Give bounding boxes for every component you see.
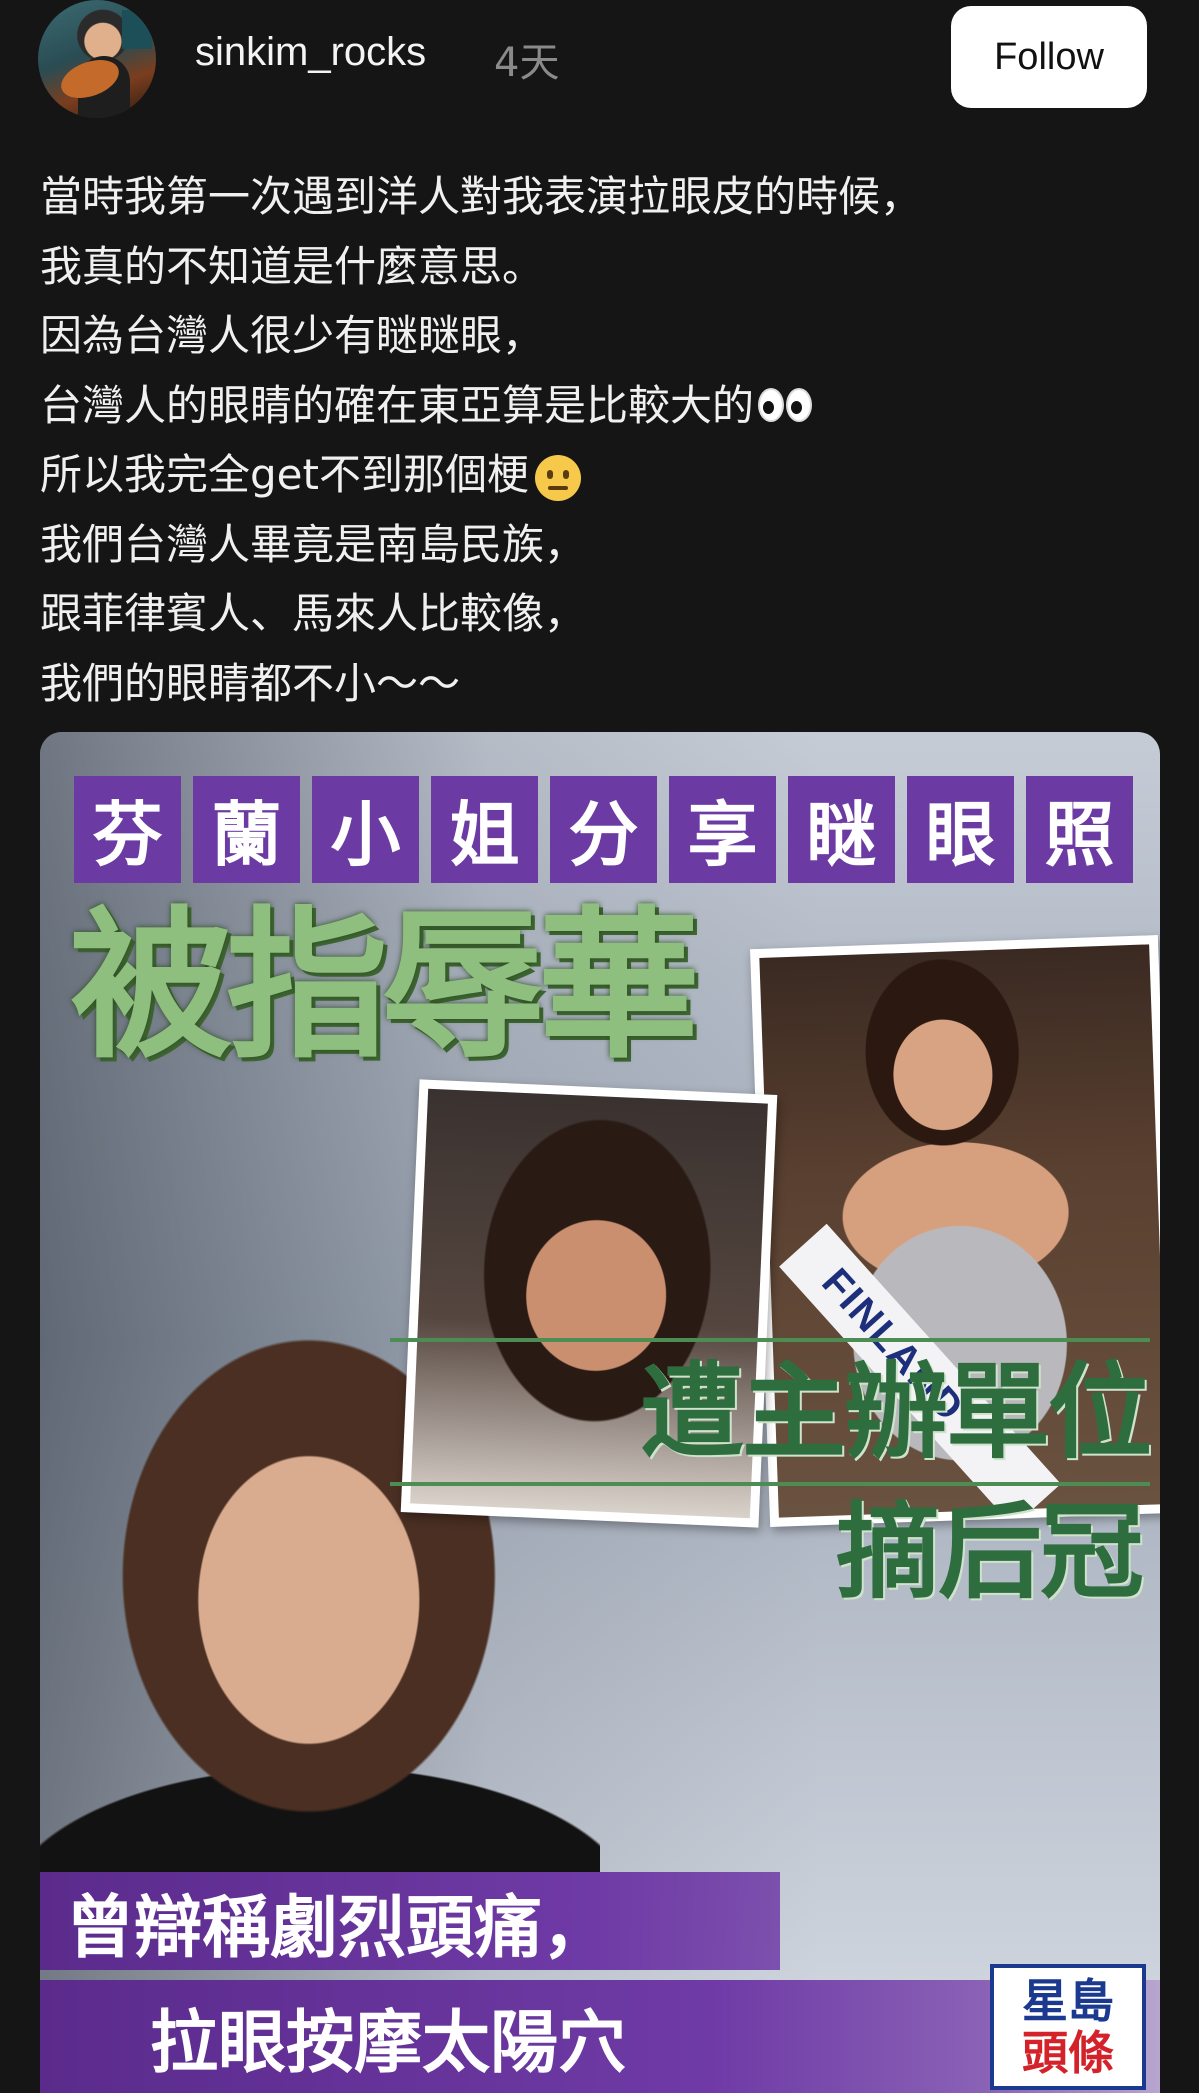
username-link[interactable]: sinkim_rocks bbox=[195, 30, 426, 75]
user-avatar[interactable] bbox=[38, 0, 156, 118]
eyes-emoji-icon bbox=[758, 373, 814, 443]
news-image-card[interactable]: 芬 蘭 小 姐 分 享 瞇 眼 照 被指辱華 FINLAND 遭主辦單位 摘后冠… bbox=[40, 732, 1160, 2093]
title-tile: 眼 bbox=[907, 776, 1014, 883]
post-timestamp: 4天 bbox=[494, 40, 560, 86]
news-subheadline: 遭主辦單位 摘后冠 bbox=[390, 1332, 1152, 1613]
title-tile: 姐 bbox=[431, 776, 538, 883]
title-tile: 小 bbox=[312, 776, 419, 883]
caption-line: 當時我第一次遇到洋人對我表演拉眼皮的時候， bbox=[40, 172, 923, 221]
caption-line: 我們台灣人畢竟是南島民族， bbox=[40, 519, 587, 569]
caption-line: 因為台灣人很少有瞇瞇眼， bbox=[40, 311, 545, 360]
subheadline-line-2: 摘后冠 bbox=[835, 1491, 1144, 1613]
title-tile: 蘭 bbox=[193, 776, 300, 883]
caption-line: 我們的眼睛都不小～～ bbox=[40, 658, 461, 708]
follow-button[interactable]: Follow bbox=[951, 6, 1147, 108]
news-banner-line-1: 曾辯稱劇烈頭痛， bbox=[40, 1872, 780, 1970]
neutral-face-emoji-icon bbox=[534, 454, 581, 501]
news-headline: 被指辱華 bbox=[70, 893, 700, 1081]
title-tile: 照 bbox=[1026, 776, 1133, 883]
avatar-background-sign bbox=[122, 10, 152, 49]
divider bbox=[390, 1482, 1150, 1486]
caption-line-text: 台灣人的眼睛的確在東亞算是比較大的 bbox=[40, 380, 755, 430]
title-tile: 享 bbox=[669, 776, 776, 883]
divider bbox=[390, 1338, 1150, 1342]
news-source-logo: 星島 頭條 bbox=[990, 1964, 1146, 2090]
caption-line: 我真的不知道是什麼意思。 bbox=[40, 241, 545, 291]
caption-line-with-emoji: 台灣人的眼睛的確在東亞算是比較大的 bbox=[40, 371, 1160, 441]
title-tile: 分 bbox=[550, 776, 657, 883]
caption-line: 跟菲律賓人、馬來人比較像， bbox=[40, 589, 587, 638]
subheadline-line-1: 遭主辦單位 bbox=[639, 1351, 1152, 1473]
caption-line-with-emoji: 所以我完全get不到那個梗 bbox=[40, 440, 1160, 510]
post-header: sinkim_rocks 4天 Follow bbox=[0, 0, 1199, 130]
post-caption: 當時我第一次遇到洋人對我表演拉眼皮的時候， 我真的不知道是什麼意思。 因為台灣人… bbox=[40, 162, 1160, 718]
title-tile: 瞇 bbox=[788, 776, 895, 883]
logo-text-top: 星島 bbox=[1022, 1974, 1114, 2028]
title-tile: 芬 bbox=[74, 776, 181, 883]
news-title-tiles: 芬 蘭 小 姐 分 享 瞇 眼 照 bbox=[74, 776, 1133, 883]
logo-text-bottom: 頭條 bbox=[1022, 2026, 1114, 2080]
caption-line-text: 所以我完全get不到那個梗 bbox=[40, 450, 529, 499]
